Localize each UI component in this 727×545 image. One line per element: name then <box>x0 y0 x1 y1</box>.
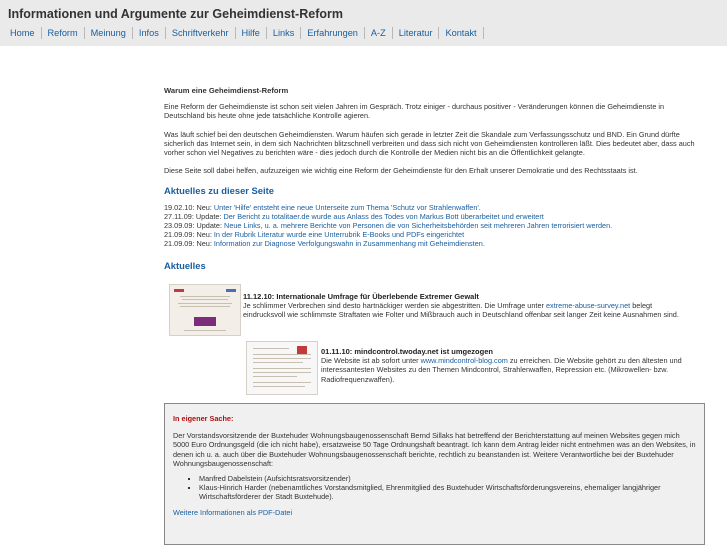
update-item: 21.09.09: Neu: In der Rubrik Literatur w… <box>164 230 704 239</box>
notice-box: In eigener Sache: Der Vorstandsvorsitzen… <box>164 403 705 545</box>
header-bar: Informationen und Argumente zur Geheimdi… <box>0 0 727 46</box>
update-link[interactable]: Der Bericht zu totalitaer.de wurde aus A… <box>224 212 544 221</box>
update-link[interactable]: Unter 'Hilfe' entsteht eine neue Unterse… <box>214 203 481 212</box>
update-item: 21.09.09: Neu: Information zur Diagnose … <box>164 239 704 248</box>
intro-paragraph-2: Was läuft schief bei den deutschen Gehei… <box>164 129 695 158</box>
nav-a-z[interactable]: A-Z <box>365 27 393 39</box>
update-link[interactable]: Neue Links, u. a. mehrere Berichte von P… <box>224 221 612 230</box>
news-heading: Aktuelles <box>164 259 206 271</box>
site-title: Informationen und Argumente zur Geheimdi… <box>8 7 343 21</box>
nav-hilfe[interactable]: Hilfe <box>236 27 267 39</box>
update-link[interactable]: Information zur Diagnose Verfolgungswahn… <box>214 239 485 248</box>
news-item-survey: 11.12.10: Internationale Umfrage für Übe… <box>243 292 688 320</box>
intro-paragraph-3: Diese Seite soll dabei helfen, aufzuzeig… <box>164 166 638 176</box>
survey-thumbnail-image[interactable] <box>169 284 241 336</box>
nav-reform[interactable]: Reform <box>42 27 85 39</box>
nav-home[interactable]: Home <box>4 27 42 39</box>
nav-infos[interactable]: Infos <box>133 27 166 39</box>
list-item: Klaus-Hinrich Harder (nebenamtliches Vor… <box>199 483 696 501</box>
notice-text: Der Vorstandsvorsitzende der Buxtehuder … <box>173 431 696 468</box>
nav-erfahrungen[interactable]: Erfahrungen <box>301 27 365 39</box>
mindcontrol-link[interactable]: www.mindcontrol-blog.com <box>421 356 508 365</box>
update-item: 23.09.09: Update: Neue Links, u. a. mehr… <box>164 221 704 230</box>
intro-heading: Warum eine Geheimdienst-Reform <box>164 86 289 95</box>
news-text: Die Website ist ab sofort unter www.mind… <box>321 356 682 384</box>
update-link[interactable]: In der Rubrik Literatur wurde eine Unter… <box>214 230 464 239</box>
news-item-mindcontrol: 01.11.10: mindcontrol.twoday.net ist umg… <box>321 347 705 384</box>
nav-links[interactable]: Links <box>267 27 302 39</box>
mindcontrol-thumbnail-image[interactable] <box>246 341 318 395</box>
survey-link[interactable]: extreme-abuse-survey.net <box>546 301 630 310</box>
update-prefix: 21.09.09: Neu: <box>164 230 212 240</box>
notice-list: Manfred Dabelstein (Aufsichtsratsvorsitz… <box>173 474 696 502</box>
news-title: 11.12.10: Internationale Umfrage für Übe… <box>243 292 479 301</box>
nav-literatur[interactable]: Literatur <box>393 27 440 39</box>
page: Informationen und Argumente zur Geheimdi… <box>0 0 727 545</box>
notice-title: In eigener Sache: <box>173 414 234 423</box>
list-item: Manfred Dabelstein (Aufsichtsratsvorsitz… <box>199 474 696 483</box>
updates-list: 19.02.10: Neu: Unter 'Hilfe' entsteht ei… <box>164 203 704 249</box>
update-prefix: 21.09.09: Neu: <box>164 239 212 249</box>
nav-schriftverkehr[interactable]: Schriftverkehr <box>166 27 236 39</box>
update-prefix: 19.02.10: Neu: <box>164 202 212 212</box>
nav-meinung[interactable]: Meinung <box>85 27 133 39</box>
main-content: Warum eine Geheimdienst-Reform Eine Refo… <box>164 86 704 277</box>
intro-paragraph-1: Eine Reform der Geheimdienste ist schon … <box>164 102 665 121</box>
update-item: 27.11.09: Update: Der Bericht zu totalit… <box>164 212 704 221</box>
update-prefix: 27.11.09: Update: <box>164 211 222 221</box>
news-text: Je schlimmer Verbrechen sind desto hartn… <box>243 301 679 320</box>
update-prefix: 23.09.09: Update: <box>164 221 223 231</box>
pdf-info-link[interactable]: Weitere Informationen als PDF-Datei <box>173 508 292 517</box>
nav-kontakt[interactable]: Kontakt <box>439 27 484 39</box>
update-item: 19.02.10: Neu: Unter 'Hilfe' entsteht ei… <box>164 203 704 212</box>
news-title: 01.11.10: mindcontrol.twoday.net ist umg… <box>321 347 493 356</box>
updates-heading: Aktuelles zu dieser Seite <box>164 185 274 197</box>
main-nav: Home Reform Meinung Infos Schriftverkehr… <box>4 27 484 39</box>
